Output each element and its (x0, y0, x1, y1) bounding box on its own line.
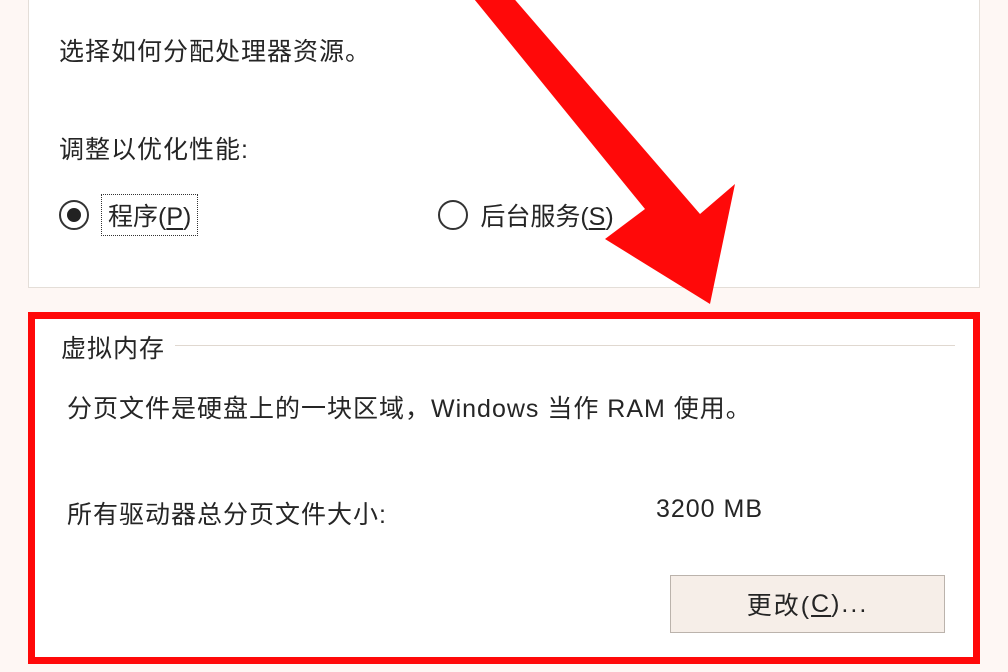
paging-size-label: 所有驱动器总分页文件大小: (67, 495, 387, 531)
processor-scheduling-panel: 选择如何分配处理器资源。 调整以优化性能: 程序(P) 后台服务(S) (28, 0, 980, 288)
virtual-memory-legend: 虚拟内存 (53, 329, 173, 365)
optimize-label: 调整以优化性能: (59, 130, 949, 166)
fieldset-line (175, 345, 955, 346)
processor-description: 选择如何分配处理器资源。 (59, 32, 949, 68)
radio-background-services[interactable]: 后台服务(S) (438, 197, 613, 233)
paging-size-row: 所有驱动器总分页文件大小: 3200 MB (67, 495, 933, 531)
radio-programs[interactable]: 程序(P) (59, 194, 198, 236)
paging-size-value: 3200 MB (656, 495, 933, 531)
radio-group: 程序(P) 后台服务(S) (59, 194, 949, 236)
virtual-memory-panel: 虚拟内存 分页文件是硬盘上的一块区域，Windows 当作 RAM 使用。 所有… (28, 312, 980, 664)
radio-background-label: 后台服务(S) (480, 197, 613, 233)
radio-icon (438, 200, 468, 230)
virtual-memory-description: 分页文件是硬盘上的一块区域，Windows 当作 RAM 使用。 (67, 389, 752, 425)
radio-programs-label: 程序(P) (101, 194, 198, 236)
radio-icon (59, 200, 89, 230)
change-button[interactable]: 更改(C)... (670, 575, 945, 633)
